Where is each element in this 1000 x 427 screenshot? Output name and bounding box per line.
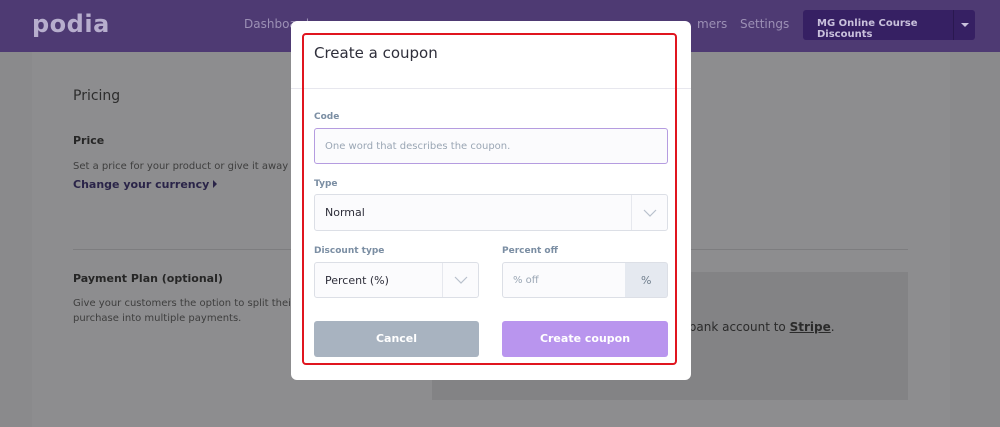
change-currency-link[interactable]: Change your currency [73, 178, 217, 191]
stripe-notice-end: . [830, 320, 835, 334]
modal-title: Create a coupon [314, 44, 438, 62]
payment-plan-heading: Payment Plan (optional) [73, 272, 223, 285]
discount-type-value: Percent (%) [325, 274, 389, 287]
payment-plan-text-2: purchase into multiple payments. [73, 313, 242, 324]
cancel-button[interactable]: Cancel [314, 321, 479, 357]
chevron-down-icon[interactable] [631, 195, 667, 230]
podia-logo[interactable]: podia [32, 10, 110, 38]
discount-type-select[interactable]: Percent (%) [314, 262, 479, 298]
payment-plan-text-1: Give your customers the option to split … [73, 298, 296, 309]
percent-suffix-text: % [641, 274, 652, 287]
stripe-link[interactable]: Stripe [790, 320, 831, 334]
type-label: Type [314, 179, 338, 189]
nav-customers-partial[interactable]: mers [697, 17, 727, 31]
modal-header-divider [291, 88, 691, 89]
stripe-notice-text: r bank account to [680, 320, 786, 334]
percent-off-input[interactable] [502, 262, 626, 298]
type-select-value: Normal [325, 206, 365, 219]
type-select[interactable]: Normal [314, 194, 668, 231]
discount-type-label: Discount type [314, 246, 385, 256]
price-description: Set a price for your product or give it … [73, 161, 295, 172]
chevron-down-icon[interactable] [442, 263, 478, 297]
chevron-down-icon[interactable] [953, 10, 975, 40]
create-coupon-button[interactable]: Create coupon [502, 321, 668, 357]
code-label: Code [314, 112, 340, 122]
code-input[interactable] [314, 128, 668, 164]
percent-suffix: % [625, 262, 668, 298]
stripe-notice: r bank account to Stripe. [680, 320, 835, 334]
price-heading: Price [73, 134, 105, 147]
percent-off-label: Percent off [502, 246, 558, 256]
store-switcher-button[interactable]: MG Online Course Discounts [803, 10, 975, 40]
store-name: MG Online Course Discounts [817, 18, 918, 40]
pricing-section-title: Pricing [73, 88, 121, 104]
nav-settings[interactable]: Settings [740, 17, 789, 31]
